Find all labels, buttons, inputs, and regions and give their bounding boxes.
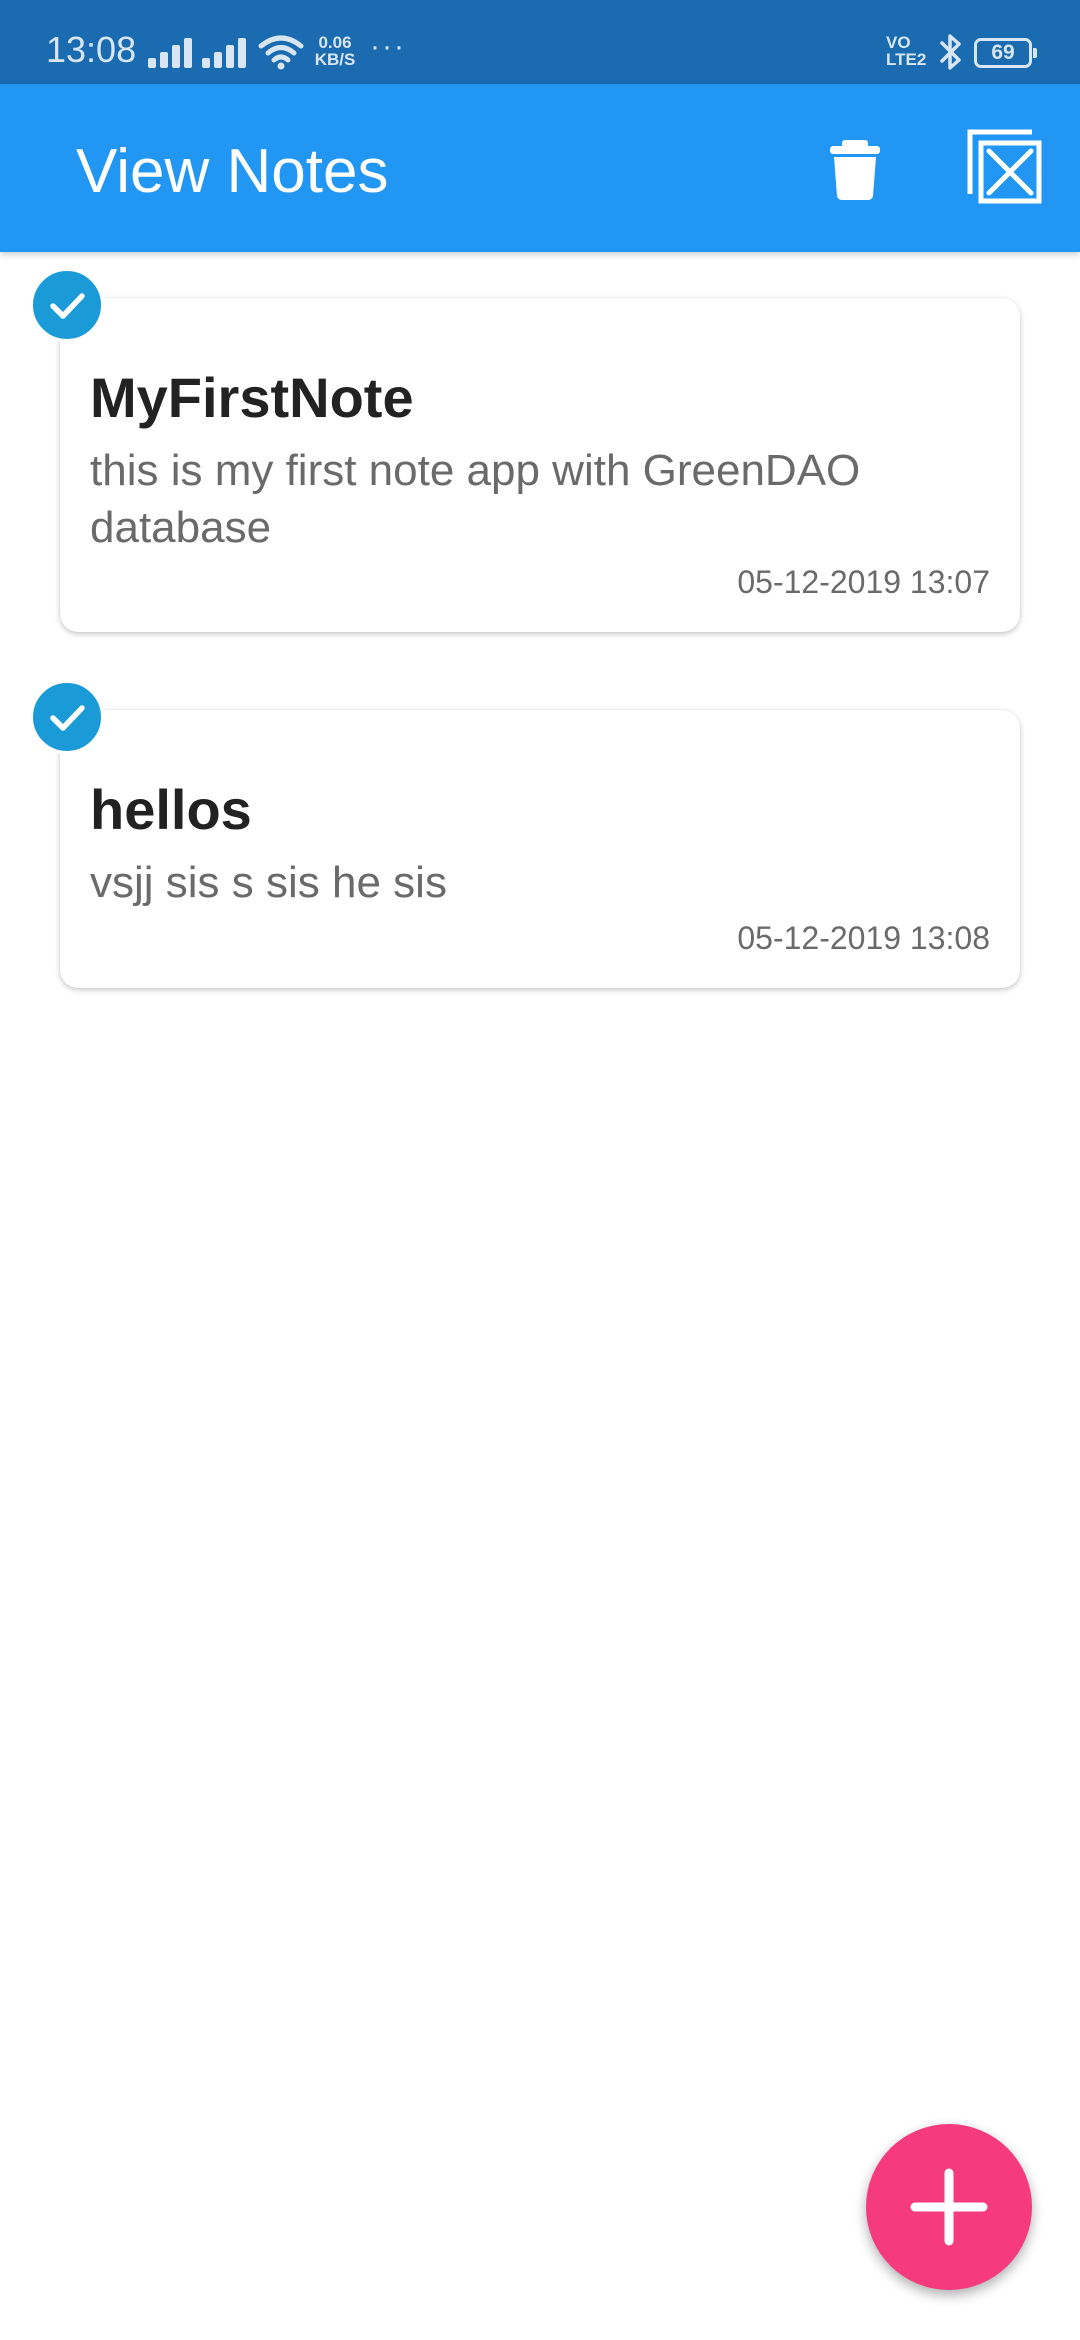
- lte-label: LTE2: [886, 50, 927, 69]
- check-icon: [50, 705, 85, 731]
- network-speed-unit: KB/S: [314, 50, 356, 69]
- wifi-icon: [258, 35, 304, 70]
- add-note-button[interactable]: [866, 2124, 1032, 2290]
- status-bar: 13:08 0.06 KB/S ··· VO LTE2 69: [0, 0, 1080, 84]
- signal-icon: [202, 38, 246, 68]
- delete-icon: [830, 140, 880, 200]
- note-card[interactable]: hellos vsjj sis s sis he sis 05-12-2019 …: [60, 710, 1020, 988]
- add-icon: [910, 2168, 988, 2246]
- selected-checkbox[interactable]: [30, 680, 104, 754]
- deselect-all-button[interactable]: [966, 128, 1044, 206]
- delete-button[interactable]: [822, 136, 888, 202]
- more-notifications-icon: ···: [370, 30, 406, 63]
- note-date: 05-12-2019 13:08: [737, 920, 990, 956]
- note-body: vsjj sis s sis he sis: [90, 858, 447, 907]
- note-card[interactable]: MyFirstNote this is my first note app wi…: [60, 298, 1020, 632]
- network-speed-value: 0.06: [318, 33, 352, 52]
- check-icon: [50, 293, 85, 319]
- note-title: MyFirstNote: [90, 366, 414, 429]
- note-title: hellos: [90, 778, 252, 841]
- note-body: this is my first note app with GreenDAO …: [90, 446, 861, 552]
- network-speed: 0.06 KB/S: [312, 34, 358, 68]
- status-time: 13:08: [46, 29, 137, 70]
- app-bar: View Notes: [0, 84, 1080, 252]
- deselect-all-icon: [967, 129, 1042, 204]
- battery-icon: 69: [974, 38, 1037, 68]
- volte-label: VO: [886, 33, 911, 52]
- volte-indicator: VO LTE2: [886, 34, 926, 68]
- note-date: 05-12-2019 13:07: [737, 564, 990, 600]
- selected-checkbox[interactable]: [30, 268, 104, 342]
- page-title: View Notes: [76, 137, 389, 206]
- signal-icon: [148, 38, 192, 68]
- bluetooth-icon: [940, 34, 961, 70]
